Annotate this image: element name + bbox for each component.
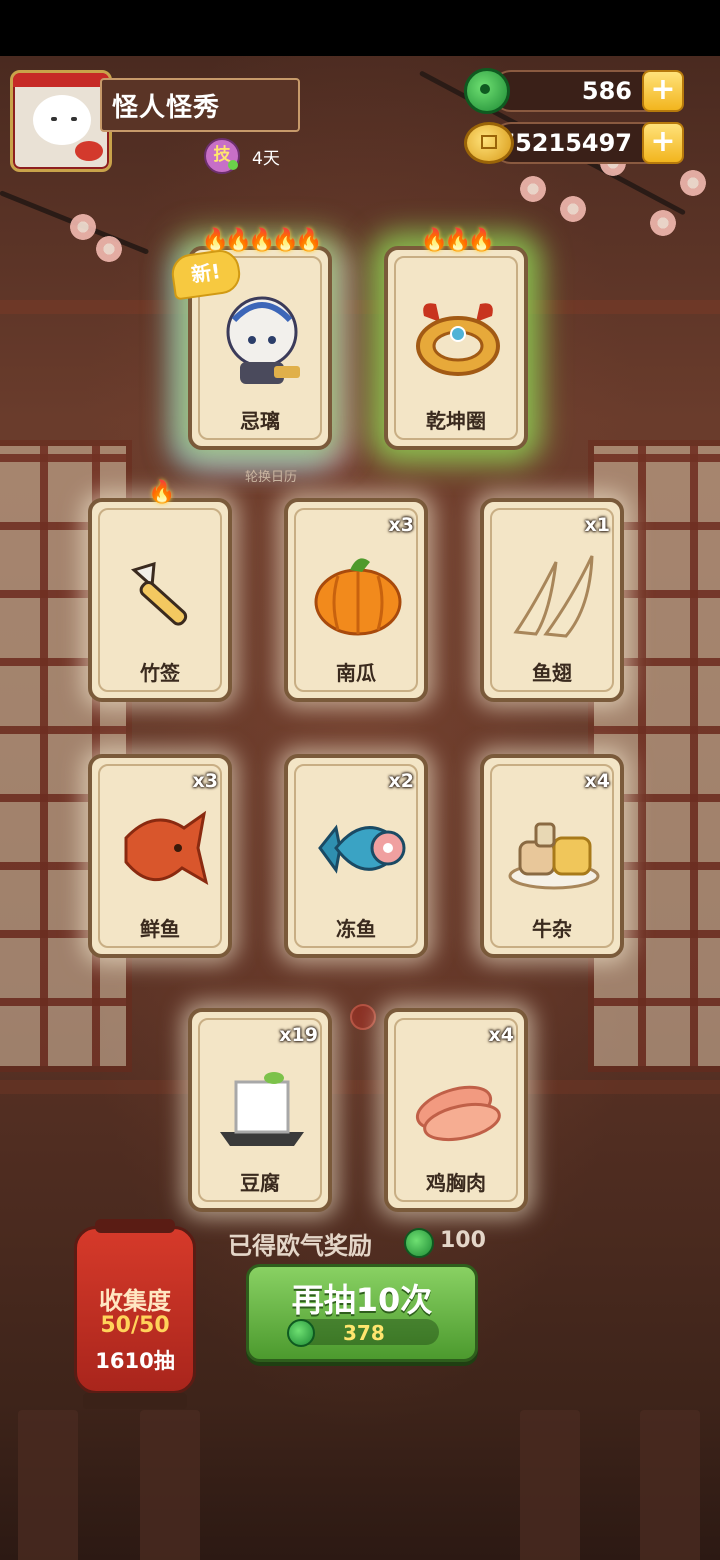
player-avatar[interactable] — [10, 70, 112, 172]
rarity-flames: 🔥 — [148, 480, 175, 505]
card-name: 乾坤圈 — [426, 409, 486, 433]
player-name-bar[interactable]: 怪人怪秀 — [100, 78, 300, 132]
card-name: 鱼翅 — [532, 661, 572, 685]
ring-artifact-icon — [416, 303, 500, 376]
frozen-fish-icon — [318, 824, 406, 874]
skewer-icon — [130, 561, 188, 626]
ornament-knot-icon — [350, 1004, 376, 1030]
coin-icon — [464, 122, 514, 164]
draw-again-button[interactable]: 再抽10次 378 — [246, 1264, 478, 1362]
card-name: 忌璃 — [240, 409, 280, 433]
avatar-banner — [13, 73, 109, 87]
blossom — [650, 210, 676, 236]
blossom — [680, 170, 706, 196]
card-name: 冻鱼 — [336, 917, 376, 941]
card-item[interactable]: x3 南瓜 — [284, 498, 428, 702]
collection-progress: 50/50 — [100, 1313, 170, 1338]
avatar-fish-icon — [75, 141, 103, 161]
draw-cost: 378 — [343, 1321, 385, 1345]
beef-offal-icon — [508, 822, 600, 890]
card-name: 豆腐 — [240, 1171, 280, 1195]
railing-post — [140, 1410, 200, 1560]
jade-icon — [404, 1228, 434, 1258]
chicken-breast-icon — [415, 1085, 501, 1142]
blossom — [70, 214, 96, 240]
avatar-eye — [71, 117, 77, 121]
blossom — [96, 236, 122, 262]
lantern-cap — [95, 1219, 175, 1233]
rarity-flames: 🔥🔥🔥🔥🔥 — [201, 228, 323, 253]
card-item[interactable]: x4 鸡胸肉 — [384, 1008, 528, 1212]
rarity-flames: 🔥🔥🔥 — [420, 228, 495, 253]
card-item[interactable]: x3 鲜鱼 — [88, 754, 232, 958]
railing-post — [18, 1410, 78, 1560]
reward-value: 100 — [440, 1228, 486, 1253]
card-item[interactable]: x2 冻鱼 — [284, 754, 428, 958]
beam — [0, 300, 720, 314]
card-item[interactable]: 🔥 竹签 — [88, 480, 232, 702]
character-portrait-icon — [226, 296, 300, 384]
coin-amount: 75215497 — [498, 129, 632, 157]
item-quantity: x4 — [488, 1024, 514, 1046]
shark-fin-icon — [513, 555, 594, 638]
item-quantity: x2 — [388, 770, 414, 792]
collection-draws: 1610抽 — [95, 1349, 175, 1373]
card-name: 竹签 — [140, 661, 180, 685]
avatar-eye — [51, 117, 57, 121]
blossom — [560, 196, 586, 222]
rotation-calendar-label[interactable]: 轮换日历 — [245, 466, 297, 485]
days-count: 4天 — [252, 149, 280, 169]
fresh-fish-icon — [124, 810, 209, 886]
reward-label: 已得欧气奖励 — [228, 1232, 372, 1260]
card-item[interactable]: x4 牛杂 — [480, 754, 624, 958]
item-quantity: x1 — [584, 514, 610, 536]
card-name: 鲜鱼 — [140, 917, 180, 941]
item-quantity: x3 — [192, 770, 218, 792]
lantern-base — [83, 1393, 187, 1409]
item-quantity: x3 — [388, 514, 414, 536]
railing-post — [640, 1410, 700, 1560]
avatar-face — [33, 95, 91, 145]
card-name: 牛杂 — [532, 917, 572, 941]
draw-button-label: 再抽10次 — [291, 1281, 433, 1319]
blossom — [520, 176, 546, 202]
add-jade-button[interactable]: + — [642, 70, 684, 112]
collection-lantern[interactable]: 收集度 50/50 1610抽 — [74, 1219, 196, 1409]
item-quantity: x19 — [279, 1024, 318, 1046]
skill-ready-dot — [228, 160, 238, 170]
item-quantity: x4 — [584, 770, 610, 792]
railing-post — [520, 1410, 580, 1560]
card-name: 南瓜 — [336, 661, 376, 685]
collection-title: 收集度 — [99, 1287, 171, 1315]
jade-icon — [464, 68, 510, 114]
card-name: 鸡胸肉 — [426, 1171, 486, 1195]
tofu-icon — [220, 1072, 304, 1146]
beam — [0, 1080, 720, 1094]
card-item[interactable]: x19 豆腐 — [188, 1008, 332, 1212]
card-featured-item[interactable]: 🔥🔥🔥 乾坤圈 — [384, 228, 528, 450]
player-name: 怪人怪秀 — [112, 92, 221, 123]
card-item[interactable]: x1 鱼翅 — [480, 498, 624, 702]
jade-icon — [287, 1319, 315, 1347]
status-bar — [0, 0, 720, 56]
jade-amount: 586 — [581, 77, 632, 105]
pumpkin-icon — [314, 558, 402, 636]
card-featured-character[interactable]: 🔥🔥🔥🔥🔥 新! 忌璃 — [169, 228, 332, 450]
add-coin-button[interactable]: + — [642, 122, 684, 164]
